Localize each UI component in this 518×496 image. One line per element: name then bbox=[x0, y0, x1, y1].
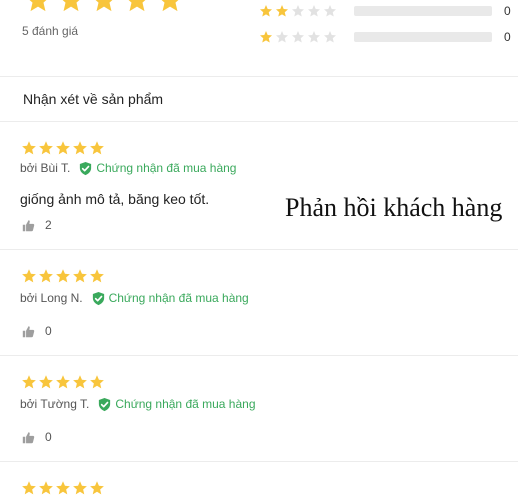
distribution-count: 0 bbox=[504, 30, 511, 44]
verified-check-icon bbox=[99, 397, 111, 411]
star-icon bbox=[307, 31, 321, 43]
divider bbox=[0, 355, 518, 356]
verified-check-icon bbox=[80, 161, 92, 175]
star-icon bbox=[307, 5, 321, 17]
star-icon bbox=[323, 5, 337, 17]
review-byline: bởi Long N. Chứng nhận đã mua hàng bbox=[20, 290, 249, 306]
divider bbox=[0, 121, 518, 122]
distribution-count: 0 bbox=[504, 4, 511, 18]
customer-feedback-heading: Phản hồi khách hàng bbox=[285, 193, 503, 222]
verified-purchase-badge: Chứng nhận đã mua hàng bbox=[91, 291, 249, 306]
divider bbox=[0, 461, 518, 462]
verified-purchase-badge: Chứng nhận đã mua hàng bbox=[97, 397, 256, 412]
review-author: bởi Tường T. bbox=[20, 397, 90, 411]
star-icon bbox=[259, 31, 273, 43]
review-rating-stars bbox=[21, 268, 105, 284]
star-icon bbox=[291, 5, 305, 17]
star-icon bbox=[29, 0, 47, 12]
star-icon bbox=[62, 0, 80, 12]
thumbs-up-icon bbox=[22, 431, 35, 443]
star-icon bbox=[22, 269, 36, 283]
like-count: 0 bbox=[45, 324, 52, 338]
star-icon bbox=[22, 375, 36, 389]
review-author: bởi Bùi T. bbox=[20, 161, 71, 175]
star-icon bbox=[39, 269, 53, 283]
star-icon bbox=[73, 269, 87, 283]
like-button[interactable]: 0 bbox=[22, 324, 52, 338]
verified-purchase-label: Chứng nhận đã mua hàng bbox=[115, 397, 256, 411]
star-icon bbox=[73, 375, 87, 389]
rating-distribution-row-2-star: 0 bbox=[259, 4, 518, 18]
star-icon bbox=[73, 481, 87, 495]
review-author: bởi Long N. bbox=[20, 291, 83, 305]
star-icon bbox=[90, 269, 104, 283]
review-rating-stars bbox=[21, 480, 105, 496]
star-icon bbox=[56, 141, 70, 155]
distribution-bar bbox=[354, 32, 492, 42]
review-text: giống ảnh mô tả, băng keo tốt. bbox=[20, 191, 210, 207]
star-icon bbox=[22, 481, 36, 495]
star-icon bbox=[90, 481, 104, 495]
star-icon bbox=[39, 481, 53, 495]
like-button[interactable]: 2 bbox=[22, 218, 52, 232]
distribution-stars bbox=[259, 30, 337, 44]
star-icon bbox=[275, 5, 289, 17]
divider bbox=[0, 76, 518, 77]
star-icon bbox=[95, 0, 113, 12]
thumbs-up-icon bbox=[22, 325, 35, 337]
star-icon bbox=[275, 31, 289, 43]
star-icon bbox=[39, 375, 53, 389]
star-icon bbox=[90, 141, 104, 155]
review-byline: bởi Tường T. Chứng nhận đã mua hàng bbox=[20, 396, 256, 412]
star-icon bbox=[56, 375, 70, 389]
distribution-stars bbox=[259, 4, 337, 18]
thumbs-up-icon bbox=[22, 219, 35, 231]
star-icon bbox=[128, 0, 146, 12]
verified-check-icon bbox=[92, 291, 104, 305]
review-rating-stars bbox=[21, 374, 105, 390]
verified-purchase-badge: Chứng nhận đã mua hàng bbox=[78, 161, 236, 176]
star-icon bbox=[161, 0, 179, 12]
divider bbox=[0, 249, 518, 250]
distribution-bar bbox=[354, 6, 492, 16]
star-icon bbox=[22, 141, 36, 155]
star-icon bbox=[259, 5, 273, 17]
rating-count: 5 đánh giá bbox=[22, 24, 79, 38]
star-icon bbox=[73, 141, 87, 155]
review-byline: bởi Bùi T. Chứng nhận đã mua hàng bbox=[20, 160, 236, 176]
star-icon bbox=[56, 481, 70, 495]
overall-rating-stars bbox=[24, 0, 184, 16]
star-icon bbox=[90, 375, 104, 389]
rating-distribution-row-1-star: 0 bbox=[259, 30, 518, 44]
like-count: 0 bbox=[45, 430, 52, 444]
star-icon bbox=[39, 141, 53, 155]
like-button[interactable]: 0 bbox=[22, 430, 52, 444]
verified-purchase-label: Chứng nhận đã mua hàng bbox=[108, 291, 249, 305]
like-count: 2 bbox=[45, 218, 52, 232]
star-icon bbox=[56, 269, 70, 283]
section-title: Nhận xét về sản phẩm bbox=[23, 91, 164, 107]
star-icon bbox=[323, 31, 337, 43]
star-icon bbox=[291, 31, 305, 43]
review-rating-stars bbox=[21, 140, 105, 156]
verified-purchase-label: Chứng nhận đã mua hàng bbox=[96, 161, 237, 175]
